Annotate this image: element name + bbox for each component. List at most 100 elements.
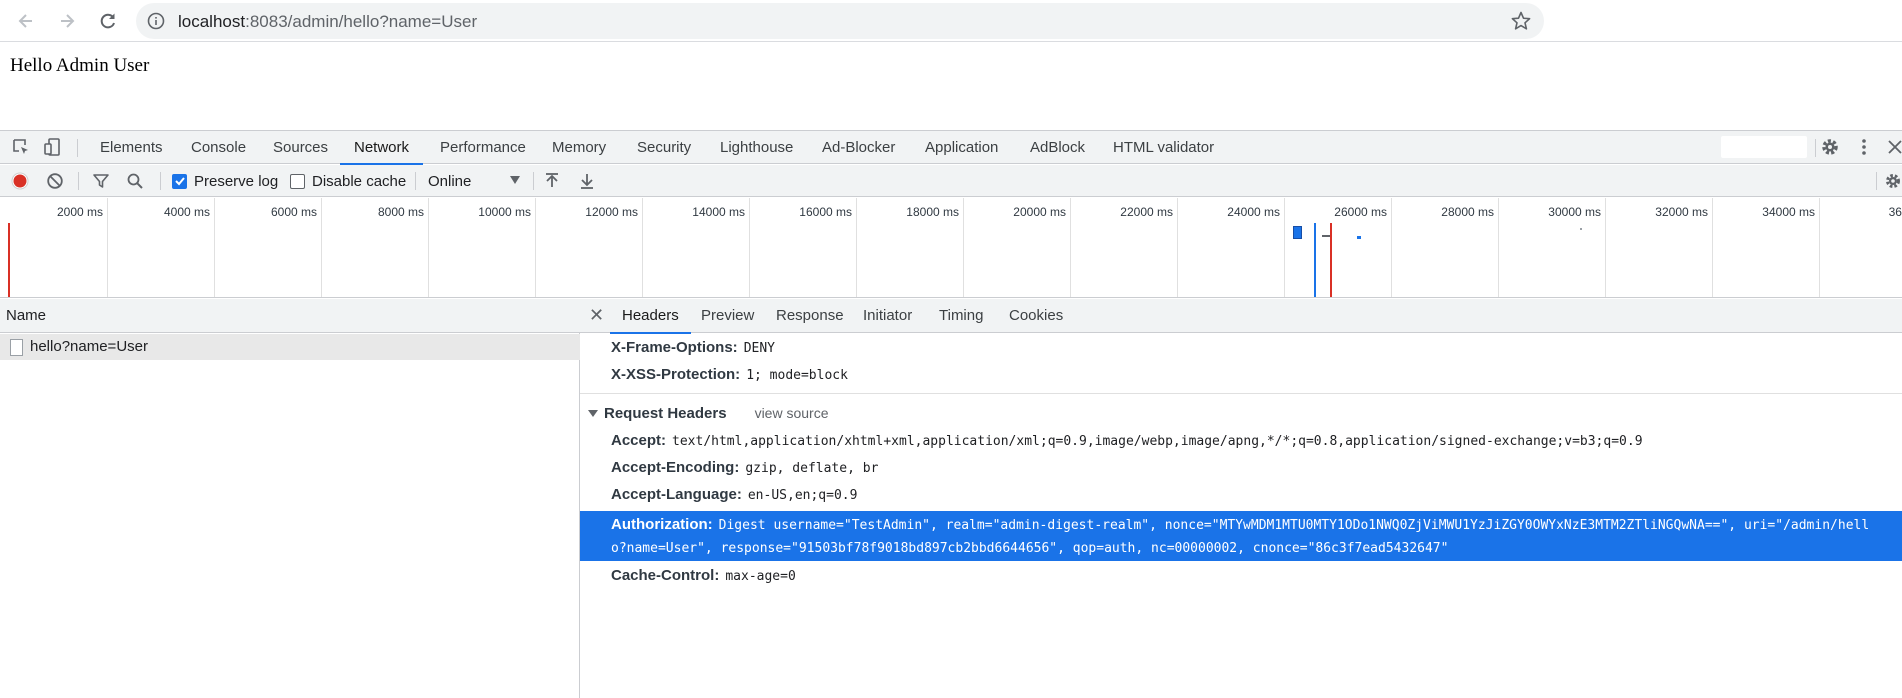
device-toolbar-icon[interactable] <box>42 136 64 158</box>
preserve-log-checkbox[interactable]: Preserve log <box>172 170 278 192</box>
chevron-down-icon <box>510 176 520 184</box>
timeline-tick-label: 16000 ms <box>799 205 852 219</box>
info-icon[interactable] <box>146 11 166 31</box>
import-har-icon[interactable] <box>543 170 561 192</box>
tab-html-validator[interactable]: HTML validator <box>1113 131 1214 164</box>
divider <box>580 393 1902 394</box>
divider <box>1876 172 1877 190</box>
settings-gear-icon[interactable] <box>1819 136 1841 158</box>
tab-network[interactable]: Network <box>339 131 424 165</box>
tab-security[interactable]: Security <box>637 131 691 164</box>
url-path: :8083/admin/hello?name=User <box>245 12 478 31</box>
response-header-row: X-XSS-Protection: 1; mode=block <box>611 366 848 388</box>
search-icon[interactable] <box>126 170 144 192</box>
inspect-icon[interactable] <box>10 136 32 158</box>
view-source-link[interactable]: view source <box>755 405 829 421</box>
header-value: DENY <box>743 341 775 356</box>
request-name: hello?name=User <box>30 338 148 355</box>
header-value: gzip, deflate, br <box>745 461 879 476</box>
timeline-gridline <box>1391 198 1392 297</box>
tab-headers[interactable]: Headers <box>610 299 691 334</box>
tab-application[interactable]: Application <box>925 131 998 164</box>
timeline-tick-label: 22000 ms <box>1120 205 1173 219</box>
authorization-header-row-selected[interactable]: Authorization: Digest username="TestAdmin… <box>580 511 1902 561</box>
timeline-tick-label: 4000 ms <box>163 205 210 219</box>
devtools-tabbar: Elements Console Sources Network Perform… <box>0 131 1902 165</box>
timeline-tick-label: 12000 ms <box>585 205 638 219</box>
network-settings-gear-icon[interactable] <box>1884 170 1902 192</box>
throttling-value: Online <box>428 172 472 190</box>
tab-lighthouse[interactable]: Lighthouse <box>720 131 793 164</box>
name-column-header[interactable]: Name <box>6 307 46 324</box>
tab-console[interactable]: Console <box>191 131 246 164</box>
throttling-select[interactable]: Online <box>428 170 520 192</box>
checkbox-unchecked-icon[interactable] <box>290 173 305 189</box>
response-header-row: X-Frame-Options: DENY <box>611 339 775 361</box>
timeline-tick-label: 28000 ms <box>1441 205 1494 219</box>
header-name: Accept-Language: <box>611 486 742 503</box>
timeline-tick-label: 8000 ms <box>377 205 424 219</box>
forward-arrow-icon[interactable] <box>53 7 81 35</box>
dom-content-loaded-marker <box>1314 223 1316 297</box>
tab-elements[interactable]: Elements <box>100 131 163 164</box>
header-value: 1; mode=block <box>746 368 848 383</box>
tab-response[interactable]: Response <box>776 299 844 333</box>
timeline-gridline <box>1284 198 1285 297</box>
record-icon[interactable] <box>10 170 30 192</box>
header-name: X-XSS-Protection: <box>611 366 741 383</box>
url-host: localhost <box>178 12 246 31</box>
tab-sources[interactable]: Sources <box>273 131 328 164</box>
timeline-gridline <box>1819 198 1820 297</box>
timeline-gridline <box>1177 198 1178 297</box>
timeline-gridline <box>214 198 215 297</box>
list-header[interactable]: Name <box>0 299 580 333</box>
tab-initiator[interactable]: Initiator <box>863 299 912 333</box>
preserve-log-label: Preserve log <box>194 172 279 190</box>
disable-cache-checkbox[interactable]: Disable cache <box>290 170 406 192</box>
tab-timing[interactable]: Timing <box>939 299 983 333</box>
checkbox-checked-icon[interactable] <box>172 173 187 189</box>
clear-icon[interactable] <box>46 170 64 192</box>
triangle-down-icon[interactable] <box>588 409 598 417</box>
timeline-gridline <box>642 198 643 297</box>
disable-cache-label: Disable cache <box>312 172 407 190</box>
divider <box>160 172 161 190</box>
tab-adblock[interactable]: AdBlock <box>1030 131 1085 164</box>
close-icon[interactable]: ✕ <box>589 305 604 326</box>
timeline-tick-label: 18000 ms <box>906 205 959 219</box>
tab-cookies[interactable]: Cookies <box>1009 299 1063 333</box>
details-tabbar: ✕ Headers Preview Response Initiator Tim… <box>580 299 1902 334</box>
request-bar <box>1580 228 1582 230</box>
request-bar <box>1357 236 1361 239</box>
omnibox[interactable]: localhost:8083/admin/hello?name=User <box>136 3 1544 39</box>
star-icon[interactable] <box>1510 10 1532 32</box>
tab-memory[interactable]: Memory <box>552 131 606 164</box>
header-value: text/html,application/xhtml+xml,applicat… <box>672 434 1643 449</box>
network-overview-timeline[interactable]: 2000 ms 4000 ms 6000 ms 8000 ms 10000 ms 1200… <box>0 198 1902 298</box>
tab-performance[interactable]: Performance <box>440 131 526 164</box>
table-row[interactable]: hello?name=User <box>0 334 580 360</box>
timeline-tick-label: 24000 ms <box>1227 205 1280 219</box>
filter-icon[interactable] <box>92 170 110 192</box>
header-name: Cache-Control: <box>611 567 720 584</box>
header-name: Accept-Encoding: <box>611 459 740 476</box>
export-har-icon[interactable] <box>578 170 596 192</box>
divider <box>533 172 534 190</box>
url-text[interactable]: localhost:8083/admin/hello?name=User <box>178 12 477 32</box>
request-headers-section[interactable]: Request Headers view source <box>588 402 828 424</box>
tab-ad-blocker[interactable]: Ad-Blocker <box>822 131 895 164</box>
reload-icon[interactable] <box>94 7 122 35</box>
request-details: ✕ Headers Preview Response Initiator Tim… <box>580 299 1902 698</box>
timeline-gridline <box>321 198 322 297</box>
header-name: Authorization: <box>611 516 713 533</box>
tab-preview[interactable]: Preview <box>701 299 754 333</box>
back-arrow-icon[interactable] <box>12 7 40 35</box>
timeline-gridline <box>1605 198 1606 297</box>
more-vert-icon[interactable] <box>1853 136 1875 158</box>
timeline-tick-label: 26000 ms <box>1334 205 1387 219</box>
devtools-search-box[interactable] <box>1721 136 1807 158</box>
close-icon[interactable] <box>1884 136 1902 158</box>
header-value: max-age=0 <box>725 569 796 584</box>
header-name: X-Frame-Options: <box>611 339 738 356</box>
timeline-gridline <box>1712 198 1713 297</box>
